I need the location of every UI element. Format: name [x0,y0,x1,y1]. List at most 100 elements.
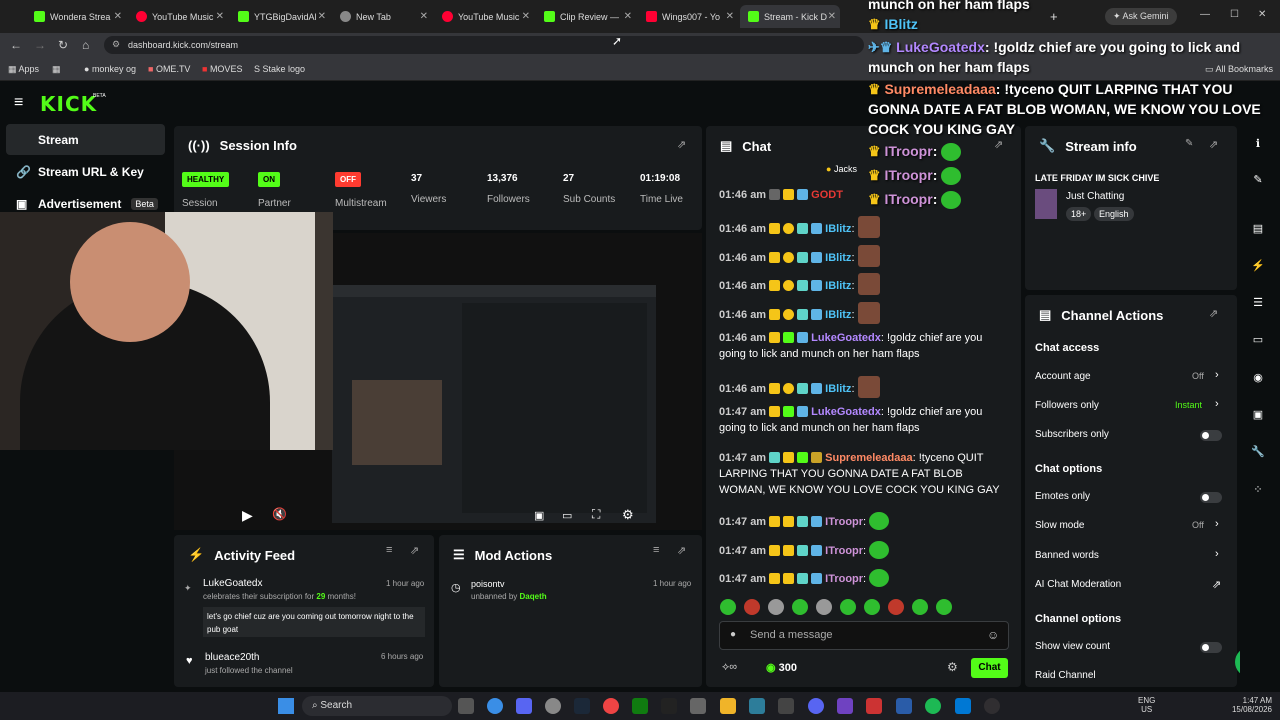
sidebar-item-stream[interactable]: Stream [6,124,165,155]
app-icon[interactable] [866,698,882,714]
spotify-icon[interactable] [925,698,941,714]
chevron-right-icon[interactable]: › [1215,548,1219,560]
epic-games-icon[interactable] [661,698,677,714]
activity-user[interactable]: blueace20th [205,652,260,663]
close-tab-icon[interactable]: ✕ [726,11,734,22]
language-indicator[interactable]: ENG US [1138,696,1155,714]
hamburger-menu-icon[interactable]: ≡ [14,94,23,112]
discord-icon[interactable] [808,698,824,714]
browser-tab[interactable]: YouTube Music ✕ [434,5,534,28]
chat-message[interactable]: 01:46 am IBlitz: [719,302,1009,324]
emote-icon[interactable] [720,599,736,615]
chat-message[interactable]: 01:47 am ITroopr: [719,569,1009,587]
theater-icon[interactable]: ▭ [562,509,572,522]
apps-icon[interactable]: ⁘ [1250,482,1266,498]
browser-tab[interactable]: Wondera Strea ✕ [26,5,126,28]
wrench-icon[interactable]: 🔧 [1250,444,1266,460]
chrome-icon[interactable] [603,698,619,714]
browser-tab[interactable]: Wings007 - Yo ✕ [638,5,738,28]
xbox-icon[interactable] [632,698,648,714]
browser-tab[interactable]: YouTube Music ✕ [128,5,228,28]
edge-icon[interactable] [487,698,503,714]
steam-icon[interactable] [574,698,590,714]
layout-icon[interactable]: ▤ [1250,221,1266,237]
slow-mode-value[interactable]: Off [1192,520,1204,530]
popout-icon[interactable]: ⇗ [677,138,686,151]
bookmark-apps[interactable]: ▦ Apps [8,64,39,75]
browser-tab[interactable]: New Tab ✕ [332,5,432,28]
bookmark-ometv[interactable]: ■ OME.TV [148,64,190,74]
chat-send-button[interactable]: Chat [971,658,1008,678]
subscribers-only-toggle[interactable] [1200,430,1222,441]
app-icon[interactable] [955,698,971,714]
bookmark-monkey[interactable]: ● monkey og [84,64,136,74]
chat-input[interactable]: ● Send a message ☺ [719,621,1009,650]
settings-icon[interactable] [690,698,706,714]
emote-icon[interactable] [792,599,808,615]
emote-icon[interactable] [816,599,832,615]
close-tab-icon[interactable]: ✕ [828,11,836,22]
account-age-label[interactable]: Account age [1035,371,1091,382]
followers-only-label[interactable]: Followers only [1035,400,1099,411]
signal-icon[interactable]: ◉ [1250,370,1266,386]
kick-logo[interactable]: KICK [40,92,97,116]
chat-message[interactable]: 01:47 am ITroopr: [719,512,1009,530]
app-icon[interactable] [896,698,912,714]
bolt-icon[interactable]: ⚡ [1250,258,1266,274]
popout-icon[interactable]: ⇗ [410,544,419,557]
forward-icon[interactable]: → [34,38,46,52]
chat-message[interactable]: 01:47 am Supremeleadaaa: !tyceno QUIT LA… [719,450,1009,498]
popout-icon[interactable]: ⇗ [677,544,686,557]
chat-message[interactable]: 01:46 am IBlitz: [719,273,1009,295]
points-display[interactable]: ◉ 300 [766,661,797,674]
followers-only-value[interactable]: Instant [1175,400,1202,410]
list-icon[interactable]: ☰ [1250,295,1266,311]
mod-action-user[interactable]: poisontv [471,579,505,589]
browser-tab[interactable]: YTGBigDavidAl ✕ [230,5,330,28]
account-age-value[interactable]: Off [1192,371,1204,381]
obs-icon[interactable] [984,698,1000,714]
emote-icon[interactable] [864,599,880,615]
chat-message[interactable]: 01:46 am IBlitz: [719,376,1009,398]
close-tab-icon[interactable]: ✕ [522,11,530,22]
bookmark-grid-icon[interactable]: ▦ [52,64,61,75]
chat-icon[interactable]: ▭ [1250,332,1266,348]
chat-message[interactable]: 01:46 am IBlitz: [719,245,1009,267]
home-icon[interactable]: ⌂ [82,38,89,52]
close-tab-icon[interactable]: ✕ [624,11,632,22]
openai-icon[interactable] [545,698,561,714]
play-icon[interactable]: ▶ [242,507,253,524]
chat-message[interactable]: 01:47 am LukeGoatedx: !goldz chief are y… [719,404,1009,436]
taskbar-clock[interactable]: 1:47 AM 15/08/2026 [1216,696,1272,714]
emoji-icon[interactable]: ☺ [987,628,999,642]
emote-icon[interactable] [936,599,952,615]
close-tab-icon[interactable]: ✕ [318,11,326,22]
bookmark-moves[interactable]: ■ MOVES [202,64,242,74]
close-tab-icon[interactable]: ✕ [216,11,224,22]
chat-settings-icon[interactable]: ⚙ [947,660,958,674]
fullscreen-icon[interactable]: ⛶ [592,507,600,522]
emote-icon[interactable] [840,599,856,615]
app-icon[interactable] [837,698,853,714]
taskbar-search[interactable]: ⌕ Search [302,696,452,716]
activity-user[interactable]: LukeGoatedx [203,578,263,589]
external-link-icon[interactable]: ⇗ [1212,578,1221,591]
close-tab-icon[interactable]: ✕ [114,11,122,22]
file-explorer-icon[interactable] [720,698,736,714]
emote-icon[interactable] [912,599,928,615]
mod-icon[interactable]: ▣ [1250,407,1266,423]
popout-icon[interactable]: ⇗ [1209,307,1218,320]
task-view-icon[interactable] [458,698,474,714]
browser-tab-active[interactable]: Stream - Kick D ✕ [740,5,840,28]
emote-icon[interactable] [888,599,904,615]
raid-channel-label[interactable]: Raid Channel [1035,670,1096,681]
mute-icon[interactable]: 🔇 [272,507,287,521]
chat-message[interactable]: 01:46 am LukeGoatedx: !goldz chief are y… [719,330,1009,362]
close-tab-icon[interactable]: ✕ [420,11,428,22]
app-icon[interactable] [778,698,794,714]
emote-icon[interactable] [768,599,784,615]
slow-mode-label[interactable]: Slow mode [1035,520,1084,531]
site-info-icon[interactable]: ⚙ [112,39,120,50]
chat-message[interactable]: 01:47 am ITroopr: [719,541,1009,559]
emotes-only-toggle[interactable] [1200,492,1222,503]
